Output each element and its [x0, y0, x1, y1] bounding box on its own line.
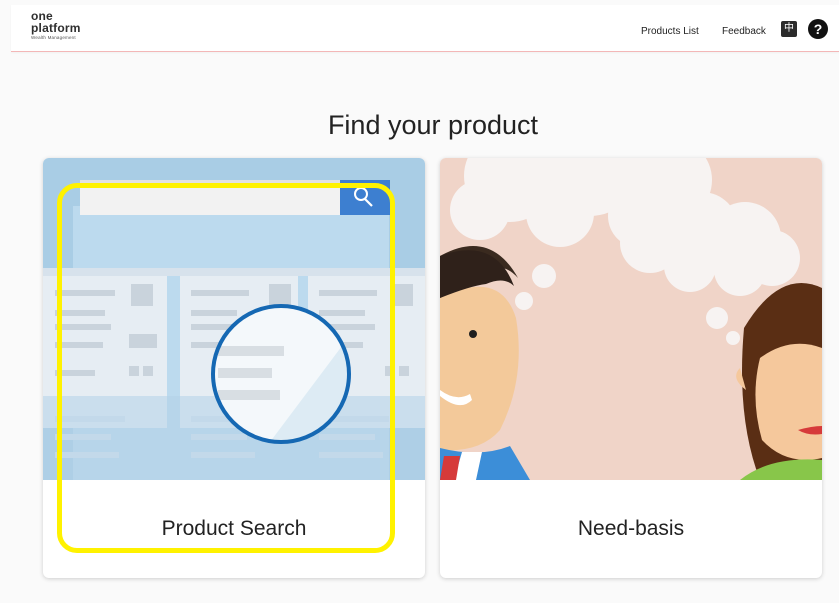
- product-search-card[interactable]: Product Search: [43, 158, 425, 578]
- one-platform-logo[interactable]: one platform Wealth Management: [31, 10, 81, 42]
- logo-tagline: Wealth Management: [31, 35, 76, 40]
- need-basis-label: Need-basis: [577, 517, 685, 540]
- need-basis-card[interactable]: Need-basis: [440, 158, 822, 578]
- feedback-link[interactable]: Feedback: [722, 26, 766, 37]
- product-search-illustration: [43, 158, 425, 480]
- product-search-label: Product Search: [161, 517, 307, 540]
- help-icon[interactable]: ?: [808, 19, 828, 39]
- language-toggle-button[interactable]: 中: [781, 21, 797, 37]
- page-title: Find your product: [327, 110, 539, 140]
- products-list-link[interactable]: Products List: [641, 26, 699, 37]
- top-navigation-bar: one platform Wealth Management Products …: [11, 5, 839, 52]
- logo-line-platform: platform: [31, 21, 81, 35]
- need-basis-illustration: [440, 158, 822, 480]
